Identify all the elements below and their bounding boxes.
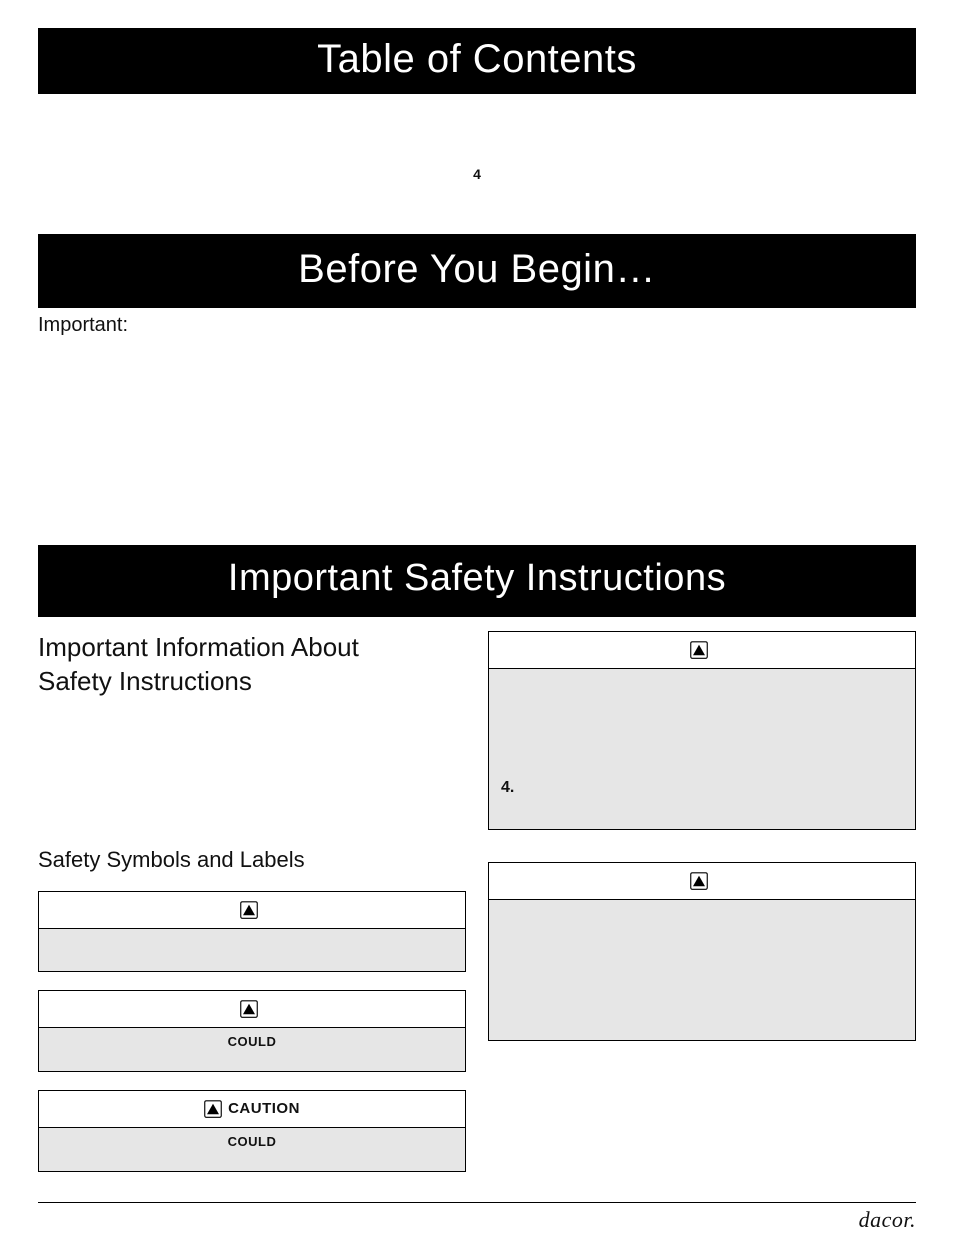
toc-page-ref: 4 (38, 166, 916, 182)
safety-box-right-2 (488, 862, 916, 1041)
alert-triangle-icon (690, 641, 708, 659)
safety-instructions-text: Important Safety Instructions (228, 555, 726, 603)
safety-box-right-2-body (489, 900, 915, 1040)
toc-header-text: Table of Contents (317, 37, 637, 81)
left-column: Important Information About Safety Instr… (38, 623, 466, 1172)
footer-rule (38, 1202, 916, 1203)
safety-box-warning: COULD (38, 990, 466, 1072)
caution-label: CAUTION (228, 1100, 300, 1117)
safety-box-warning-header (39, 991, 465, 1028)
safety-box-right-1-header (489, 632, 915, 669)
safety-box-danger-header (39, 892, 465, 929)
alert-triangle-icon (690, 872, 708, 890)
info-heading-line1: Important Information About (38, 632, 359, 662)
safety-box-danger (38, 891, 466, 972)
safety-box-caution-body: COULD (39, 1128, 465, 1171)
could-text: COULD (228, 1034, 277, 1049)
safety-box-right-1-body: 4. (489, 669, 915, 829)
info-about-safety-heading: Important Information About Safety Instr… (38, 631, 466, 699)
important-label: Important: (38, 314, 916, 337)
safety-box-right-2-header (489, 863, 915, 900)
toc-header: Table of Contents (38, 28, 916, 94)
safety-box-caution: CAUTION COULD (38, 1090, 466, 1172)
alert-triangle-icon (204, 1100, 222, 1118)
brand-logo: dacor. (38, 1207, 916, 1233)
safety-instructions-header: Important Safety Instructions (38, 545, 916, 617)
before-you-begin-text: Before You Begin… (298, 244, 656, 294)
before-you-begin-header: Before You Begin… (38, 234, 916, 308)
alert-triangle-icon (240, 901, 258, 919)
info-heading-line2: Safety Instructions (38, 666, 252, 696)
list-number-4: 4. (501, 779, 903, 797)
safety-box-right-1: 4. (488, 631, 916, 830)
right-column: 4. (488, 623, 916, 1041)
safety-box-danger-body (39, 929, 465, 971)
safety-box-caution-header: CAUTION (39, 1091, 465, 1128)
safety-box-warning-body: COULD (39, 1028, 465, 1071)
could-text: COULD (228, 1134, 277, 1149)
alert-triangle-icon (240, 1000, 258, 1018)
safety-symbols-heading: Safety Symbols and Labels (38, 847, 466, 873)
